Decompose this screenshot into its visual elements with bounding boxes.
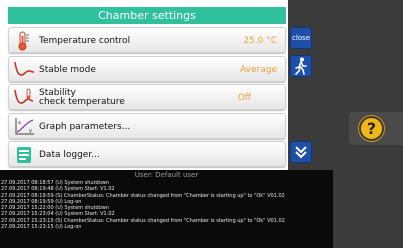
walking-person-icon	[295, 57, 307, 75]
event-log: User: Default user 27.09.2017 08:18:57 (…	[0, 170, 333, 248]
help-question-icon: ?	[359, 116, 384, 141]
double-chevron-down-icon	[295, 146, 307, 159]
svg-text:x: x	[18, 120, 21, 126]
stability-label-line2: check temperature	[39, 97, 125, 107]
page-title: Chamber settings	[8, 7, 286, 24]
thermometer-icon	[18, 31, 29, 51]
stability-thermometer-icon	[14, 88, 34, 104]
stable-mode-value: Average	[240, 65, 277, 75]
help-button[interactable]: ?	[349, 112, 403, 145]
data-logger-button[interactable]: Data logger...	[8, 141, 286, 167]
temperature-value: 25.0 °C	[243, 36, 277, 46]
log-line: 27.09.2017 15:23:15 (U) Log-on	[1, 224, 82, 231]
graph-parameters-label: Graph parameters...	[39, 121, 131, 132]
temperature-control-button[interactable]: Temperature control 25.0 °C	[8, 27, 286, 53]
temperature-control-label: Temperature control	[39, 35, 131, 46]
svg-text:y: y	[29, 128, 32, 134]
screen: Chamber settings Temperature control 25.…	[0, 0, 403, 248]
exit-walking-button[interactable]	[290, 55, 312, 77]
close-button[interactable]: close	[290, 27, 312, 49]
scroll-down-button[interactable]	[290, 141, 312, 163]
data-logger-label: Data logger...	[39, 149, 100, 160]
graph-parameters-button[interactable]: x y Graph parameters...	[8, 113, 286, 139]
stable-mode-button[interactable]: Stable mode Average	[8, 56, 286, 82]
log-user-title: User: Default user	[134, 171, 199, 179]
stability-value: Off	[237, 93, 251, 103]
stable-curve-icon	[14, 61, 35, 76]
stability-check-button[interactable]: Stability check temperature Off	[8, 84, 286, 110]
stability-check-label: Stability check temperature	[39, 85, 125, 111]
log-line: 27.09.2017 08:19:59 (S) ChamberStatus: C…	[1, 192, 285, 199]
data-logger-icon	[17, 147, 31, 163]
graph-axes-icon: x y	[15, 118, 34, 135]
stable-mode-label: Stable mode	[39, 64, 96, 75]
